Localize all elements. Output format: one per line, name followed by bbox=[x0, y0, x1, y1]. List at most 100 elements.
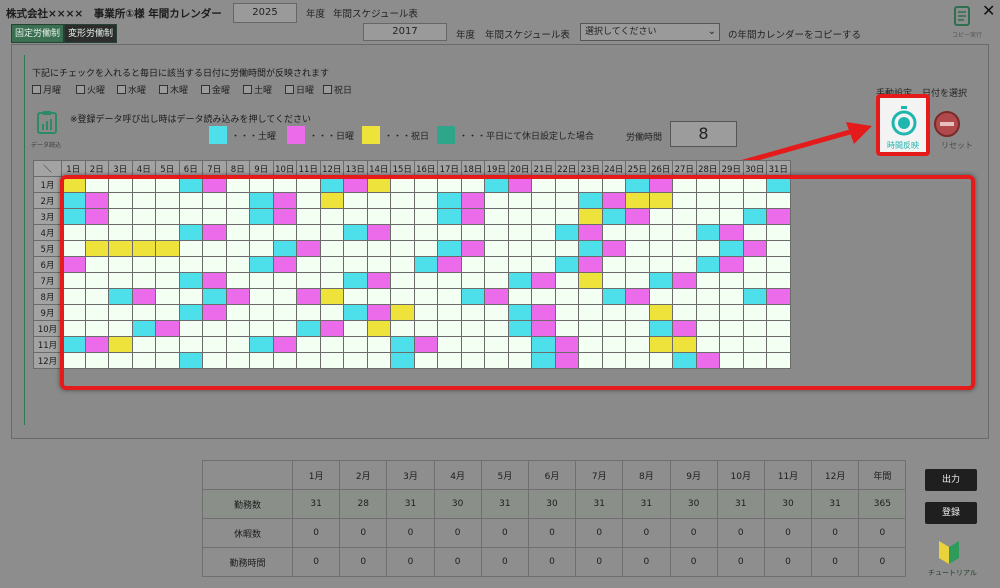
day-cell[interactable] bbox=[648, 352, 673, 369]
day-cell[interactable] bbox=[343, 208, 368, 225]
day-cell[interactable] bbox=[84, 240, 109, 257]
day-cell[interactable] bbox=[390, 208, 415, 225]
day-cell[interactable] bbox=[484, 192, 509, 209]
weekday-checkbox-wed[interactable]: 水曜 bbox=[117, 83, 146, 96]
day-cell[interactable] bbox=[766, 224, 791, 241]
day-cell[interactable] bbox=[766, 336, 791, 353]
day-cell[interactable] bbox=[695, 208, 720, 225]
day-cell[interactable] bbox=[84, 256, 109, 273]
day-cell[interactable] bbox=[460, 192, 485, 209]
day-cell[interactable] bbox=[554, 352, 579, 369]
day-cell[interactable] bbox=[578, 256, 603, 273]
reset-icon[interactable] bbox=[933, 110, 961, 141]
day-cell[interactable] bbox=[366, 352, 391, 369]
day-cell[interactable] bbox=[460, 320, 485, 337]
day-cell[interactable] bbox=[648, 176, 673, 193]
day-cell[interactable] bbox=[578, 272, 603, 289]
day-cell[interactable] bbox=[766, 208, 791, 225]
day-cell[interactable] bbox=[249, 208, 274, 225]
day-cell[interactable] bbox=[507, 256, 532, 273]
day-cell[interactable] bbox=[484, 320, 509, 337]
day-cell[interactable] bbox=[601, 256, 626, 273]
day-cell[interactable] bbox=[672, 176, 697, 193]
day-cell[interactable] bbox=[695, 240, 720, 257]
day-cell[interactable] bbox=[601, 192, 626, 209]
day-cell[interactable] bbox=[413, 320, 438, 337]
day-cell[interactable] bbox=[296, 176, 321, 193]
weekday-checkbox-fri[interactable]: 金曜 bbox=[201, 83, 230, 96]
day-cell[interactable] bbox=[61, 352, 86, 369]
day-cell[interactable] bbox=[719, 224, 744, 241]
day-cell[interactable] bbox=[108, 336, 133, 353]
day-cell[interactable] bbox=[319, 336, 344, 353]
day-cell[interactable] bbox=[249, 192, 274, 209]
day-cell[interactable] bbox=[507, 240, 532, 257]
day-cell[interactable] bbox=[719, 352, 744, 369]
day-cell[interactable] bbox=[61, 256, 86, 273]
day-cell[interactable] bbox=[108, 288, 133, 305]
year-input[interactable]: 2025 bbox=[233, 3, 297, 23]
day-cell[interactable] bbox=[343, 256, 368, 273]
day-cell[interactable] bbox=[296, 208, 321, 225]
day-cell[interactable] bbox=[319, 208, 344, 225]
day-cell[interactable] bbox=[178, 208, 203, 225]
day-cell[interactable] bbox=[531, 240, 556, 257]
day-cell[interactable] bbox=[695, 288, 720, 305]
day-cell[interactable] bbox=[108, 224, 133, 241]
day-cell[interactable] bbox=[343, 192, 368, 209]
day-cell[interactable] bbox=[578, 288, 603, 305]
day-cell[interactable] bbox=[272, 352, 297, 369]
day-cell[interactable] bbox=[178, 320, 203, 337]
day-cell[interactable] bbox=[766, 352, 791, 369]
day-cell[interactable] bbox=[578, 336, 603, 353]
day-cell[interactable] bbox=[61, 240, 86, 257]
day-cell[interactable] bbox=[672, 240, 697, 257]
day-cell[interactable] bbox=[155, 272, 180, 289]
day-cell[interactable] bbox=[61, 224, 86, 241]
day-cell[interactable] bbox=[719, 304, 744, 321]
day-cell[interactable] bbox=[272, 336, 297, 353]
day-cell[interactable] bbox=[84, 272, 109, 289]
day-cell[interactable] bbox=[766, 192, 791, 209]
copy-source-select[interactable]: 選択してください ⌄ bbox=[580, 23, 720, 41]
day-cell[interactable] bbox=[742, 176, 767, 193]
day-cell[interactable] bbox=[390, 320, 415, 337]
day-cell[interactable] bbox=[319, 176, 344, 193]
day-cell[interactable] bbox=[625, 240, 650, 257]
day-cell[interactable] bbox=[695, 176, 720, 193]
day-cell[interactable] bbox=[531, 304, 556, 321]
day-cell[interactable] bbox=[84, 208, 109, 225]
day-cell[interactable] bbox=[178, 224, 203, 241]
apply-hours-button[interactable]: 時間反映 bbox=[876, 94, 930, 156]
day-cell[interactable] bbox=[507, 224, 532, 241]
day-cell[interactable] bbox=[413, 208, 438, 225]
day-cell[interactable] bbox=[742, 224, 767, 241]
day-cell[interactable] bbox=[742, 208, 767, 225]
day-cell[interactable] bbox=[507, 304, 532, 321]
day-cell[interactable] bbox=[554, 208, 579, 225]
day-cell[interactable] bbox=[366, 336, 391, 353]
day-cell[interactable] bbox=[601, 176, 626, 193]
day-cell[interactable] bbox=[296, 352, 321, 369]
day-cell[interactable] bbox=[484, 176, 509, 193]
day-cell[interactable] bbox=[437, 192, 462, 209]
day-cell[interactable] bbox=[61, 208, 86, 225]
day-cell[interactable] bbox=[625, 272, 650, 289]
day-cell[interactable] bbox=[272, 176, 297, 193]
day-cell[interactable] bbox=[719, 288, 744, 305]
day-cell[interactable] bbox=[225, 272, 250, 289]
day-cell[interactable] bbox=[648, 256, 673, 273]
day-cell[interactable] bbox=[460, 272, 485, 289]
day-cell[interactable] bbox=[390, 336, 415, 353]
day-cell[interactable] bbox=[155, 192, 180, 209]
day-cell[interactable] bbox=[554, 320, 579, 337]
day-cell[interactable] bbox=[648, 272, 673, 289]
day-cell[interactable] bbox=[319, 304, 344, 321]
day-cell[interactable] bbox=[625, 208, 650, 225]
day-cell[interactable] bbox=[531, 288, 556, 305]
day-cell[interactable] bbox=[366, 176, 391, 193]
day-cell[interactable] bbox=[742, 336, 767, 353]
day-cell[interactable] bbox=[225, 208, 250, 225]
day-cell[interactable] bbox=[601, 224, 626, 241]
day-cell[interactable] bbox=[484, 240, 509, 257]
